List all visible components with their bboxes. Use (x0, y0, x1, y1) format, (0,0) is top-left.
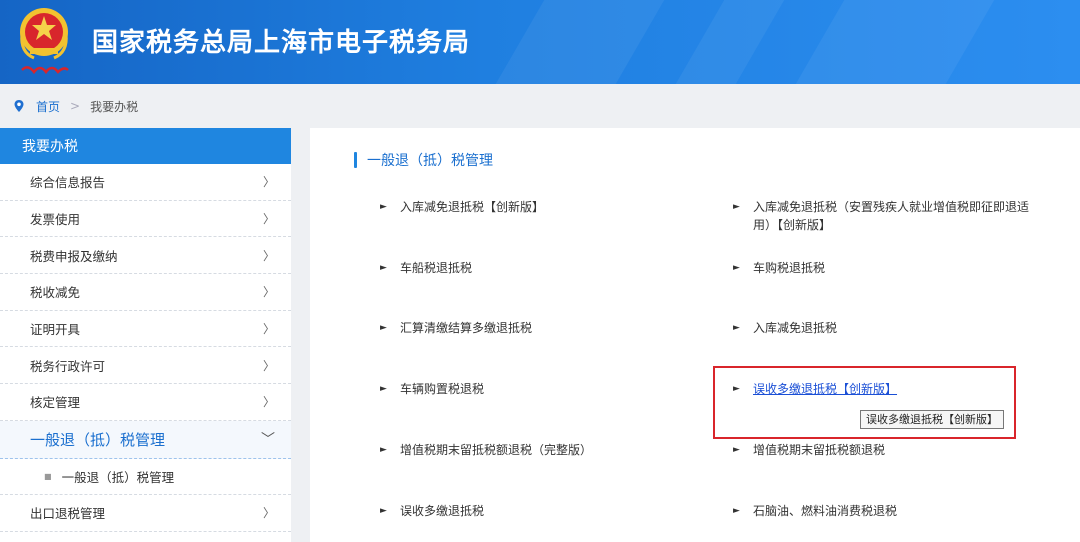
service-link[interactable]: ► 车辆购置税退税 (380, 380, 700, 398)
service-link[interactable]: ► 入库减免退抵税【创新版】 (380, 198, 700, 216)
sidebar-title: 我要办税 (0, 128, 291, 164)
chevron-right-icon: 〉 (262, 248, 275, 263)
sidebar-item-admin-permit[interactable]: 税务行政许可 〉 (0, 347, 291, 385)
sidebar-item-label: 核定管理 (30, 395, 81, 411)
site-title: 国家税务总局上海市电子税务局 (92, 28, 471, 58)
chevron-right-icon: 〉 (262, 506, 275, 521)
sidebar-item-label: 综合信息报告 (30, 175, 106, 191)
arrow-bullet-icon: ► (380, 202, 387, 212)
service-link[interactable]: ► 汇算清缴结算多缴退抵税 (380, 319, 700, 337)
arrow-bullet-icon: ► (380, 506, 387, 516)
sidebar-nav: 我要办税 综合信息报告 〉 发票使用 〉 税费申报及缴纳 〉 税收减免 〉 证明… (0, 128, 291, 542)
arrow-bullet-icon: ► (733, 202, 740, 212)
chevron-right-icon: 〉 (262, 358, 275, 373)
sidebar-item-info-report[interactable]: 综合信息报告 〉 (0, 164, 291, 201)
section-title-text: 一般退（抵）税管理 (367, 153, 493, 169)
service-link[interactable]: ► 车船税退抵税 (380, 259, 700, 277)
breadcrumb-separator: > (70, 99, 81, 113)
arrow-bullet-icon: ► (733, 445, 740, 455)
sidebar-item-label: 一般退（抵）税管理 (30, 430, 166, 449)
sidebar-subitem-label: 一般退（抵）税管理 (61, 469, 175, 485)
location-pin-icon (14, 100, 24, 112)
service-link[interactable]: ► 入库减免退抵税（安置残疾人就业增值税即征即退适用）【创新版】 (733, 198, 1055, 234)
sidebar-item-label: 税务行政许可 (30, 358, 106, 374)
service-link[interactable]: ► 入库减免退抵税 (733, 319, 1053, 337)
section-bar-icon (354, 152, 357, 168)
tooltip: 误收多缴退抵税【创新版】 (860, 410, 1004, 429)
chevron-right-icon: 〉 (262, 322, 275, 337)
breadcrumb: 首页 > 我要办税 (0, 86, 1080, 126)
arrow-bullet-icon: ► (733, 323, 740, 333)
bullet-dot-icon: ■ (44, 471, 52, 481)
breadcrumb-home-link[interactable]: 首页 (36, 98, 60, 115)
chevron-right-icon: 〉 (262, 395, 275, 410)
tax-emblem-icon[interactable] (14, 4, 74, 80)
sidebar-item-general-refund[interactable]: 一般退（抵）税管理 ﹀ (0, 420, 291, 459)
sidebar-item-label: 证明开具 (30, 322, 81, 338)
chevron-right-icon: 〉 (262, 285, 275, 300)
chevron-down-icon: ﹀ (261, 432, 275, 449)
arrow-bullet-icon: ► (380, 384, 387, 394)
sidebar-subitem-general-refund[interactable]: ■ 一般退（抵）税管理 (0, 459, 291, 495)
service-link[interactable]: ► 误收多缴退抵税 (380, 502, 700, 520)
breadcrumb-current: 我要办税 (90, 99, 139, 114)
sidebar-item-label: 税费申报及缴纳 (30, 248, 118, 264)
sidebar-item-declaration[interactable]: 税费申报及缴纳 〉 (0, 237, 291, 275)
sidebar-item-tax-relief[interactable]: 税收减免 〉 (0, 274, 291, 311)
sidebar-item-label: 发票使用 (30, 212, 81, 228)
arrow-bullet-icon: ► (733, 263, 740, 273)
sidebar-item-assessment[interactable]: 核定管理 〉 (0, 384, 291, 421)
service-link[interactable]: ► 车购税退抵税 (733, 259, 1053, 277)
arrow-bullet-icon: ► (380, 445, 387, 455)
arrow-bullet-icon: ► (380, 323, 387, 333)
site-header: 国家税务总局上海市电子税务局 (0, 0, 1080, 84)
sidebar-item-label: 税收减免 (30, 285, 81, 301)
service-link[interactable]: ► 增值税期末留抵税额退税（完整版） (380, 441, 720, 459)
sidebar-item-export-refund[interactable]: 出口退税管理 〉 (0, 495, 291, 532)
sidebar-item-certificate[interactable]: 证明开具 〉 (0, 311, 291, 348)
sidebar-item-invoice[interactable]: 发票使用 〉 (0, 201, 291, 238)
sidebar-item-label: 出口退税管理 (30, 506, 106, 522)
chevron-right-icon: 〉 (262, 212, 275, 227)
arrow-bullet-icon: ► (380, 263, 387, 273)
service-link[interactable]: ► 石脑油、燃料油消费税退税 (733, 502, 1053, 520)
service-link[interactable]: ► 增值税期末留抵税额退税 (733, 441, 1053, 459)
arrow-bullet-icon: ► (733, 506, 740, 516)
chevron-right-icon: 〉 (262, 175, 275, 190)
section-title: 一般退（抵）税管理 (354, 150, 493, 170)
